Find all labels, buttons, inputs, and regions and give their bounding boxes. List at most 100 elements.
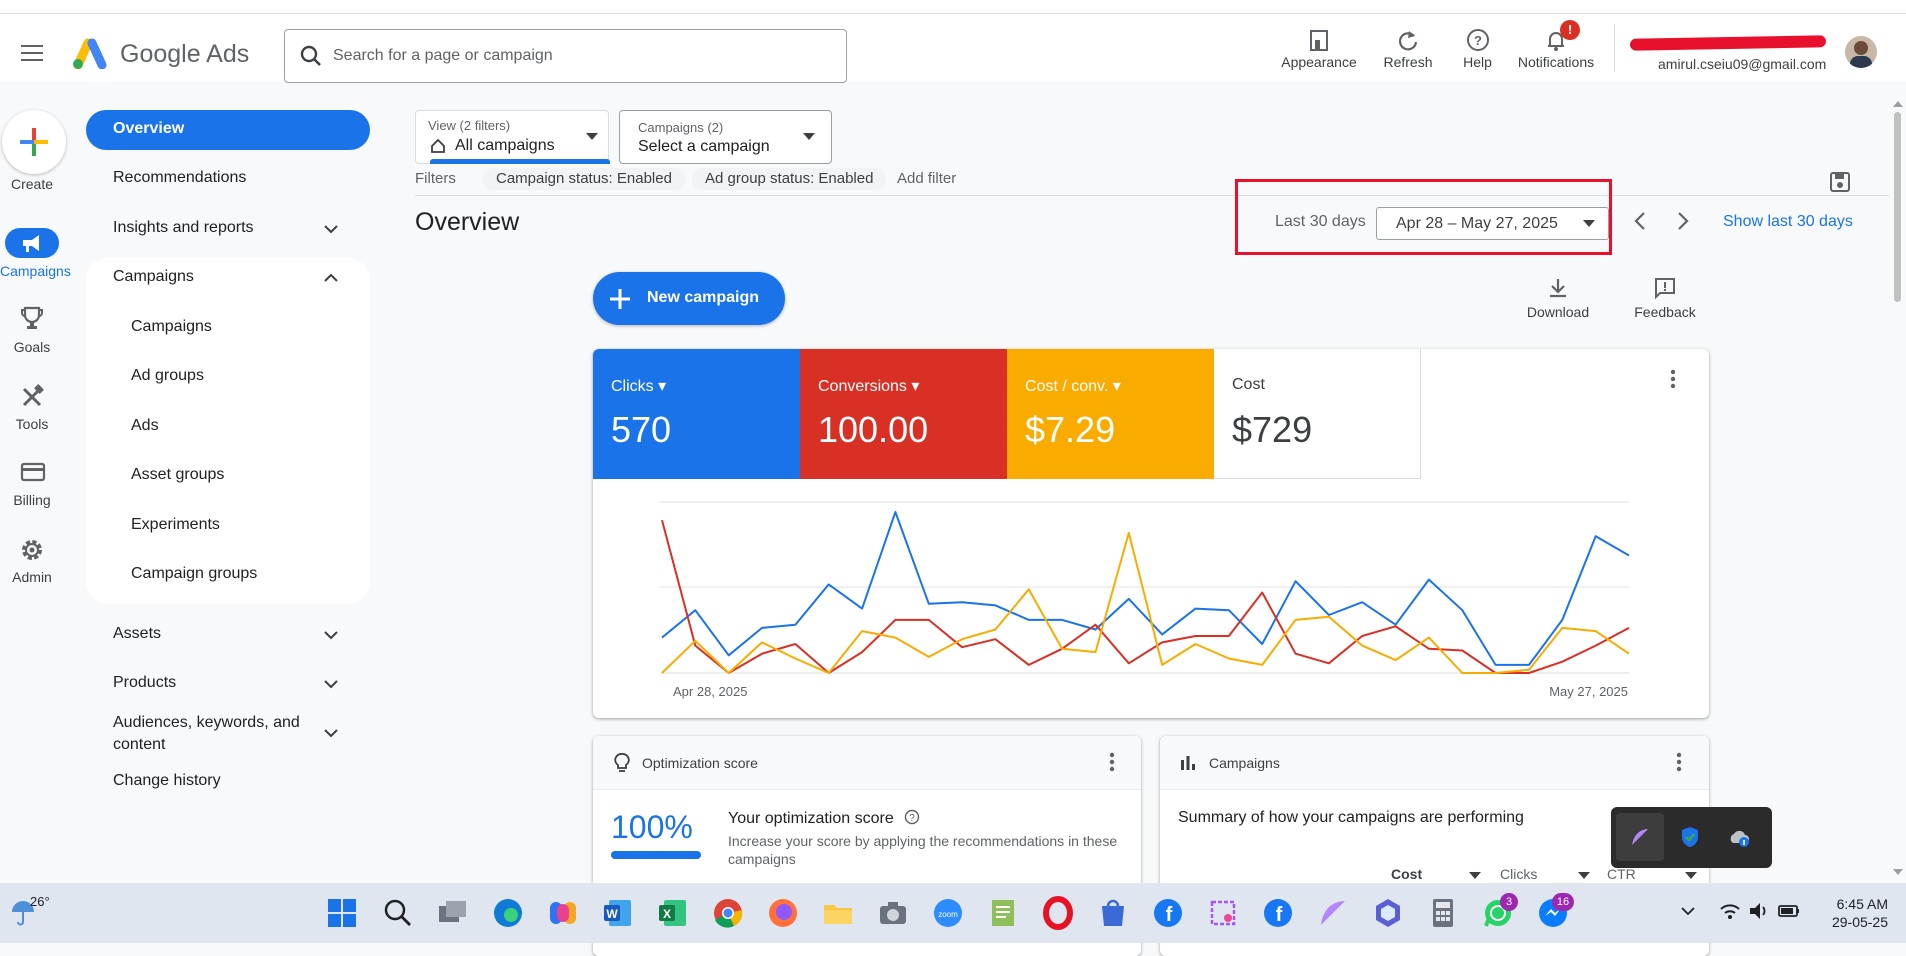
chevron-down-icon[interactable] [322, 727, 340, 739]
gear-icon[interactable] [19, 537, 45, 568]
rail-campaigns-button[interactable] [5, 228, 59, 258]
refresh-button[interactable]: Refresh [1376, 26, 1440, 70]
view-selector[interactable]: View (2 filters) All campaigns [415, 110, 610, 164]
col-clicks-header[interactable]: Clicks [1500, 866, 1537, 882]
chevron-down-icon[interactable] [322, 678, 340, 690]
metric-cost-per-conv[interactable]: Cost / conv. ▾ $7.29 [1007, 349, 1214, 479]
download-button[interactable]: Download [1518, 276, 1598, 320]
facebook-icon[interactable]: f [1261, 896, 1295, 930]
nav-products[interactable]: Products [113, 674, 176, 692]
opera-icon[interactable] [1041, 896, 1075, 930]
more-vert-icon[interactable] [1664, 368, 1682, 392]
nav-change-history[interactable]: Change history [113, 772, 221, 790]
new-campaign-button[interactable]: New campaign [593, 272, 785, 325]
chrome-icon[interactable] [711, 896, 745, 930]
add-filter-button[interactable]: Add filter [897, 170, 956, 187]
dropdown-arrow-icon[interactable] [1469, 872, 1481, 880]
tools-icon[interactable] [20, 383, 46, 414]
chevron-up-icon[interactable] [1680, 905, 1696, 917]
credit-card-icon[interactable] [20, 461, 46, 488]
copilot-icon[interactable] [546, 896, 580, 930]
show-last-30-days-link[interactable]: Show last 30 days [1723, 213, 1853, 231]
nav-sub-ad-groups[interactable]: Ad groups [131, 367, 204, 385]
battery-icon[interactable] [1777, 901, 1801, 921]
chevron-up-icon[interactable] [322, 272, 340, 284]
col-ctr-header[interactable]: CTR [1607, 866, 1636, 882]
shield-icon[interactable] [1678, 825, 1702, 849]
nav-sub-ads[interactable]: Ads [131, 417, 159, 435]
scroll-down-icon[interactable] [1893, 868, 1903, 876]
scroll-up-icon[interactable] [1893, 100, 1903, 108]
nav-audiences[interactable]: Audiences, keywords, and content [113, 712, 300, 756]
main-menu-icon[interactable] [21, 40, 43, 66]
nav-campaigns-group[interactable]: Campaigns [113, 268, 194, 286]
notepad-icon[interactable] [986, 896, 1020, 930]
firefox-icon[interactable] [766, 896, 800, 930]
word-icon[interactable]: W [601, 896, 635, 930]
col-cost-header[interactable]: Cost [1391, 866, 1422, 882]
chevron-down-icon[interactable] [322, 629, 340, 641]
nav-insights[interactable]: Insights and reports [113, 219, 254, 237]
excel-icon[interactable]: X [656, 896, 690, 930]
more-vert-icon[interactable] [1670, 751, 1688, 775]
nav-recommendations[interactable]: Recommendations [113, 169, 246, 187]
x-axis-start-label: Apr 28, 2025 [673, 684, 747, 699]
cloud-info-icon[interactable] [1727, 825, 1751, 849]
chevron-left-icon[interactable] [1630, 210, 1650, 232]
file-explorer-icon[interactable] [821, 896, 855, 930]
filter-chip-campaign-status[interactable]: Campaign status: Enabled [483, 168, 685, 190]
search-icon [300, 45, 321, 66]
trophy-icon[interactable] [20, 305, 44, 336]
create-button[interactable] [2, 110, 66, 174]
hexagon-app-icon[interactable] [1371, 896, 1405, 930]
calculator-icon[interactable] [1426, 896, 1460, 930]
search-input[interactable]: Search for a page or campaign [284, 29, 847, 83]
help-button[interactable]: ? Help [1455, 26, 1500, 70]
volume-icon[interactable] [1748, 901, 1770, 921]
notifications-button[interactable]: Notifications ! [1512, 20, 1600, 70]
zoom-icon[interactable]: zoom [931, 896, 965, 930]
svg-text:?: ? [909, 813, 915, 824]
date-range-picker[interactable]: Apr 28 – May 27, 2025 [1376, 207, 1609, 240]
avatar[interactable] [1845, 36, 1877, 68]
windows-start-icon[interactable] [325, 896, 359, 930]
app-store-icon[interactable] [1096, 896, 1130, 930]
nav-sub-experiments[interactable]: Experiments [131, 516, 220, 534]
scrollbar-thumb[interactable] [1894, 112, 1901, 302]
facebook-icon[interactable]: f [1151, 896, 1185, 930]
help-icon[interactable]: ? [904, 809, 920, 825]
nav-sub-asset-groups[interactable]: Asset groups [131, 466, 224, 484]
appearance-label: Appearance [1281, 54, 1357, 70]
metric-clicks[interactable]: Clicks ▾ 570 [593, 349, 800, 479]
nav-sub-campaigns[interactable]: Campaigns [131, 318, 212, 336]
nav-overview[interactable]: Overview [86, 110, 370, 150]
metric-cost[interactable]: Cost $729 [1214, 349, 1421, 479]
wifi-icon[interactable] [1719, 901, 1741, 921]
dropdown-arrow-icon[interactable] [1578, 872, 1590, 880]
more-vert-icon[interactable] [1103, 751, 1121, 775]
page-scrollbar[interactable] [1889, 96, 1906, 882]
camera-icon[interactable] [876, 896, 910, 930]
optimization-score-desc: Increase your score by applying the reco… [728, 832, 1117, 868]
chevron-down-icon[interactable] [322, 223, 340, 235]
performance-line-chart: Apr 28, 2025 May 27, 2025 [660, 501, 1630, 699]
appearance-button[interactable]: Appearance [1279, 26, 1359, 70]
task-view-icon[interactable] [436, 896, 470, 930]
system-clock[interactable]: 6:45 AM 29-05-25 [1818, 895, 1888, 931]
campaign-selector[interactable]: Campaigns (2) Select a campaign [619, 110, 832, 164]
campaign-selector-value: Select a campaign [638, 138, 770, 155]
chevron-right-icon[interactable] [1673, 210, 1693, 232]
rail-create-label: Create [10, 176, 54, 192]
feather-icon[interactable] [1316, 896, 1350, 930]
dropdown-arrow-icon[interactable] [1685, 872, 1697, 880]
feedback-button[interactable]: Feedback [1625, 276, 1705, 320]
save-icon[interactable] [1829, 171, 1851, 193]
edge-icon[interactable] [491, 896, 525, 930]
filter-chip-ad-group-status[interactable]: Ad group status: Enabled [692, 168, 887, 190]
metric-conversions[interactable]: Conversions ▾ 100.00 [800, 349, 1007, 479]
nav-sub-campaign-groups[interactable]: Campaign groups [131, 565, 257, 583]
nav-assets[interactable]: Assets [113, 625, 161, 643]
feather-icon[interactable] [1628, 825, 1652, 849]
snipping-tool-icon[interactable] [1206, 896, 1240, 930]
search-icon[interactable] [381, 896, 415, 930]
